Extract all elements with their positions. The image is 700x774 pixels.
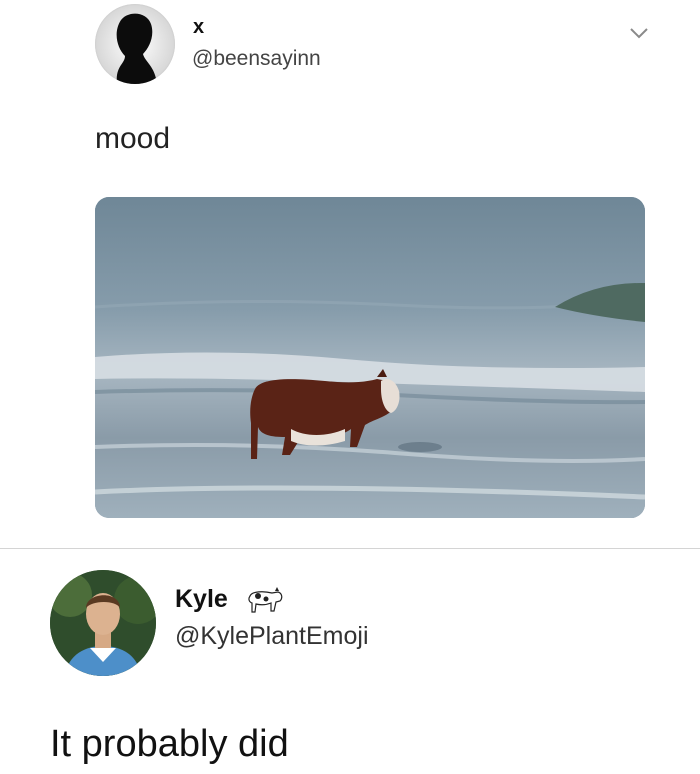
tweet-media[interactable]	[95, 197, 645, 518]
author-name[interactable]: Kyle	[175, 585, 228, 614]
cow-on-beach-photo	[95, 197, 645, 518]
avatar[interactable]	[50, 570, 156, 676]
profile-silhouette	[95, 4, 175, 84]
cow-emoji	[248, 587, 283, 613]
author-handle[interactable]: @beensayinn	[192, 47, 321, 71]
divider	[0, 548, 700, 549]
author-handle[interactable]: @KylePlantEmoji	[175, 622, 369, 651]
avatar[interactable]	[95, 4, 175, 84]
author-name[interactable]: x	[193, 16, 204, 39]
original-tweet: x @beensayinn mood	[0, 0, 700, 548]
reply-text: It probably did	[50, 723, 289, 765]
tweet-text: mood	[95, 122, 171, 155]
profile-photo	[50, 570, 156, 676]
chevron-down-icon[interactable]	[629, 27, 649, 39]
